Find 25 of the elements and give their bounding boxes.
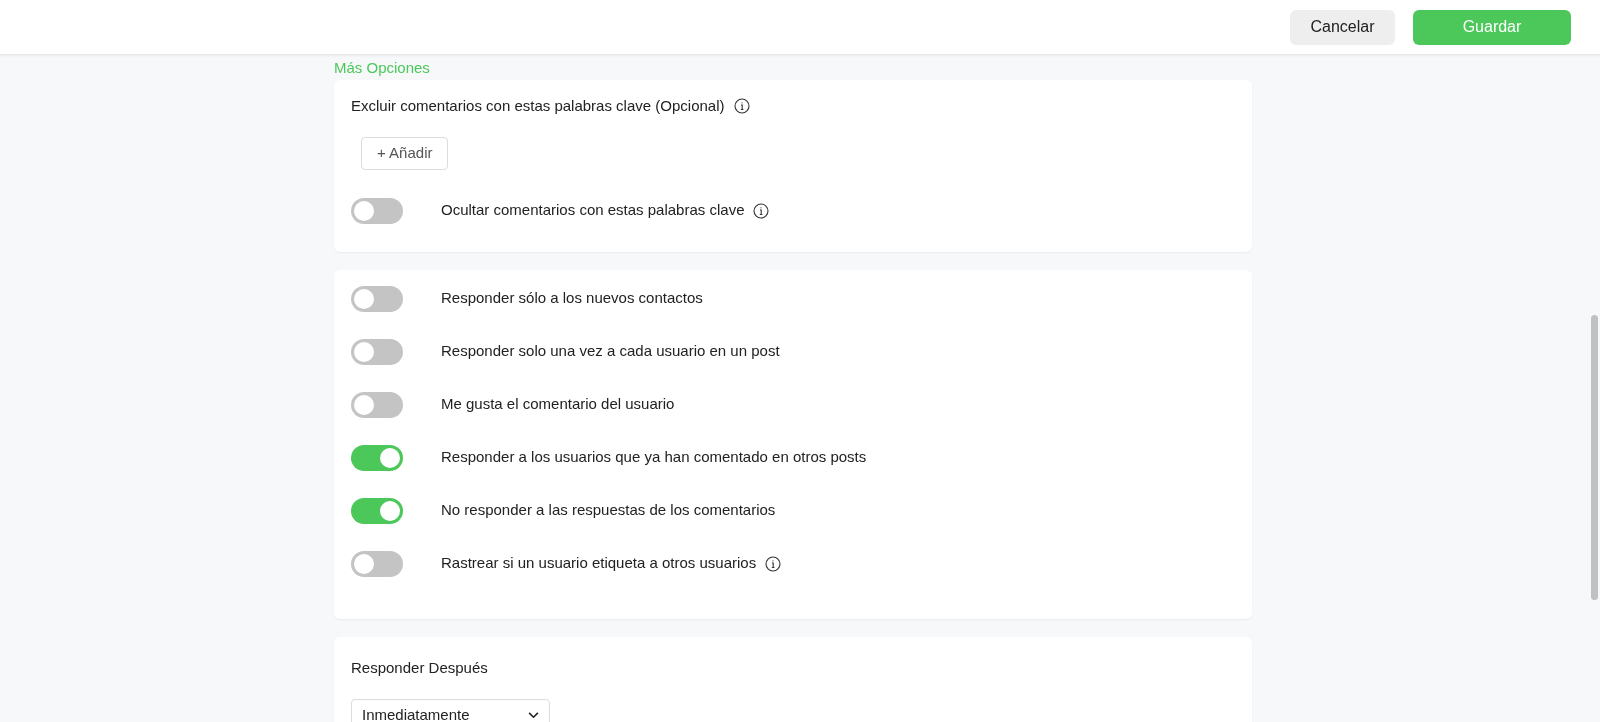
scrollbar-thumb[interactable] <box>1591 315 1598 600</box>
info-icon[interactable] <box>733 98 750 115</box>
toggle-label: No responder a las respuestas de los comentarios <box>441 500 776 521</box>
toggle-switch[interactable] <box>351 285 403 312</box>
toggle-switch[interactable] <box>351 338 403 365</box>
cancel-button[interactable]: Cancelar <box>1290 9 1395 45</box>
section-title: Más Opciones <box>334 58 431 78</box>
add-button[interactable]: + Añadir <box>361 136 449 170</box>
toggle-label: Responder sólo a los nuevos contactos <box>441 288 703 309</box>
toggle-switch[interactable] <box>351 550 403 577</box>
toggle-label: Ocultar comentarios con estas palabras clave <box>441 200 745 221</box>
toggle-label: Responder a los usuarios que ya han comentado en otros posts <box>441 447 867 468</box>
field-label: Responder Después <box>351 657 489 678</box>
caret-icon <box>528 712 539 719</box>
toggle-switch[interactable] <box>351 444 403 471</box>
toggle-label: Rastrear si un usuario etiqueta a otros usuarios <box>441 553 757 574</box>
field-label: Excluir comentarios con estas palabras clave (Opcional) <box>351 96 725 116</box>
toggle-label: Me gusta el comentario del usuario <box>441 394 675 415</box>
info-icon[interactable] <box>765 555 782 572</box>
toggle-switch[interactable] <box>351 197 403 224</box>
toggle-switch[interactable] <box>351 497 403 524</box>
info-icon[interactable] <box>753 202 770 219</box>
toggle-label: Responder solo una vez a cada usuario en un post <box>441 341 780 362</box>
toggle-switch[interactable] <box>351 391 403 418</box>
delay-select[interactable]: Inmediatamente <box>351 699 550 722</box>
